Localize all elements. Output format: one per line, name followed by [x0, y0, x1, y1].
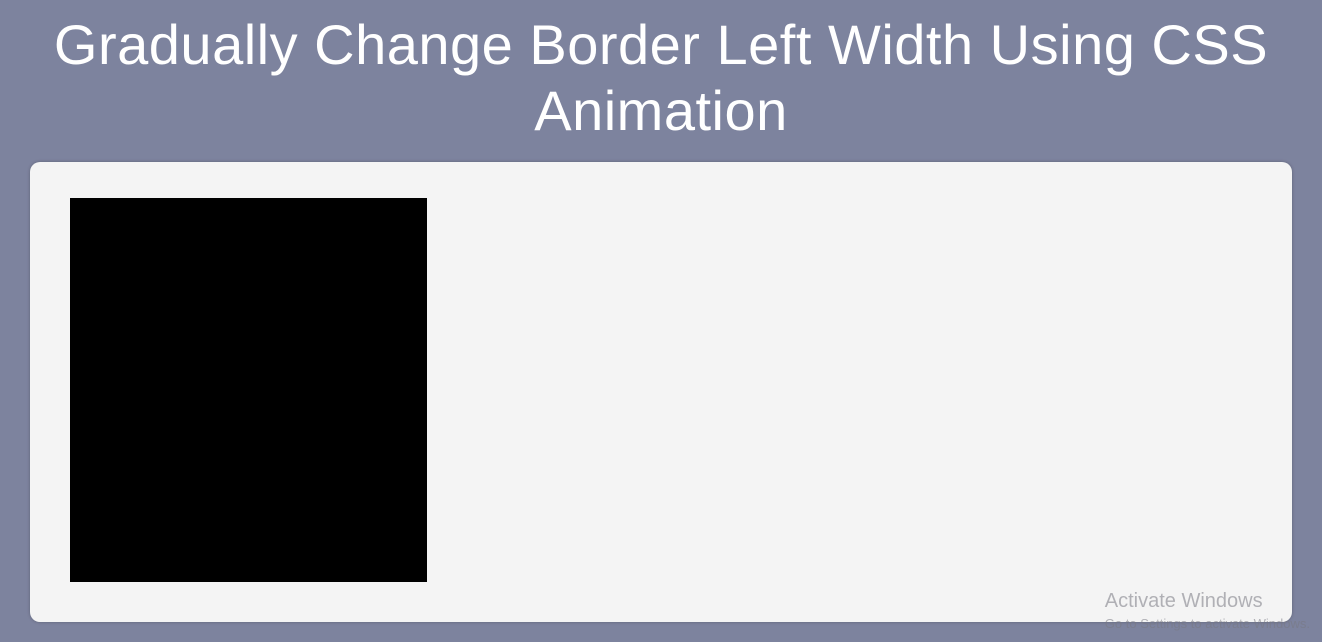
animated-border-box	[70, 198, 427, 582]
content-panel	[30, 162, 1292, 622]
watermark-subtitle: Go to Settings to activate Windows.	[1105, 616, 1310, 632]
watermark-title: Activate Windows	[1105, 589, 1310, 614]
page-title: Gradually Change Border Left Width Using…	[0, 0, 1322, 144]
windows-activation-watermark: Activate Windows Go to Settings to activ…	[1105, 589, 1310, 632]
